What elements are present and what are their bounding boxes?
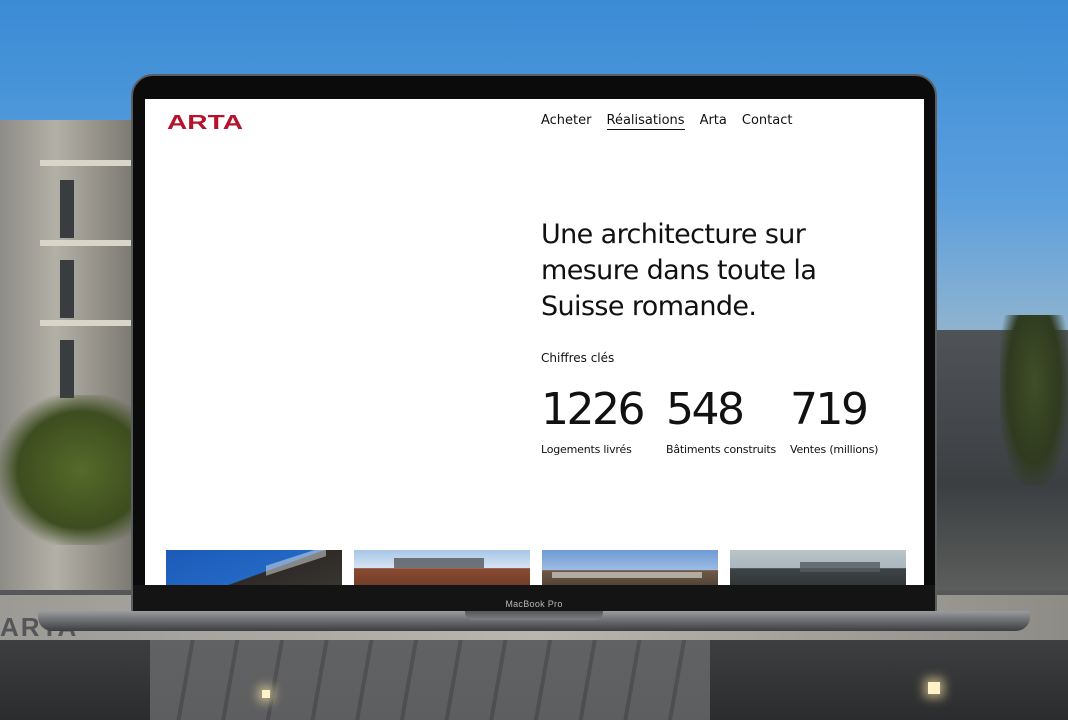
- building-band: [40, 240, 140, 246]
- building-window: [60, 180, 74, 238]
- project-thumbnails: [166, 550, 906, 586]
- background-lamp: [928, 682, 940, 694]
- building-band: [40, 160, 140, 166]
- laptop-notch: [465, 611, 603, 620]
- stats-title: Chiffres clés: [541, 351, 615, 365]
- nav-item-contact[interactable]: Contact: [742, 113, 793, 130]
- building-band: [40, 320, 140, 326]
- stat-label: Bâtiments construits: [666, 443, 777, 456]
- stat-value: 1226: [541, 384, 645, 435]
- building-window: [60, 340, 74, 398]
- nav-item-arta[interactable]: Arta: [700, 113, 727, 130]
- stat-label: Ventes (millions): [790, 443, 879, 456]
- main-nav: Acheter Réalisations Arta Contact: [541, 113, 792, 130]
- stat-value: 719: [790, 384, 869, 435]
- project-photo-4[interactable]: [730, 550, 906, 586]
- stat-label: Logements livrés: [541, 443, 632, 456]
- project-photo-3[interactable]: [542, 550, 718, 586]
- building-roof: [394, 558, 484, 568]
- stat-ventes: 719 Ventes (millions): [790, 384, 879, 457]
- laptop-model-label: MacBook Pro: [505, 599, 563, 609]
- building-window: [60, 260, 74, 318]
- nav-item-acheter[interactable]: Acheter: [541, 113, 592, 130]
- background-tree-left: [0, 395, 135, 545]
- website-screen: ARTA Acheter Réalisations Arta Contact U…: [145, 99, 924, 586]
- project-photo-1[interactable]: [166, 550, 342, 586]
- stat-logements: 1226 Logements livrés: [541, 384, 645, 457]
- arta-logo-text: ARTA: [167, 113, 243, 130]
- building-roof: [800, 562, 880, 572]
- stat-batiments: 548 Bâtiments construits: [666, 384, 777, 457]
- nav-item-realisations[interactable]: Réalisations: [606, 113, 685, 130]
- background-lamp: [262, 690, 270, 698]
- arta-logo[interactable]: ARTA: [167, 113, 243, 130]
- hero-headline: Une architecture sur mesure dans toute l…: [541, 219, 817, 322]
- stat-value: 548: [666, 384, 745, 435]
- background-pavement: [150, 640, 710, 720]
- building-roof: [552, 572, 702, 578]
- building-roof: [266, 550, 326, 576]
- background-tree-right: [1000, 315, 1068, 485]
- project-photo-2[interactable]: [354, 550, 530, 586]
